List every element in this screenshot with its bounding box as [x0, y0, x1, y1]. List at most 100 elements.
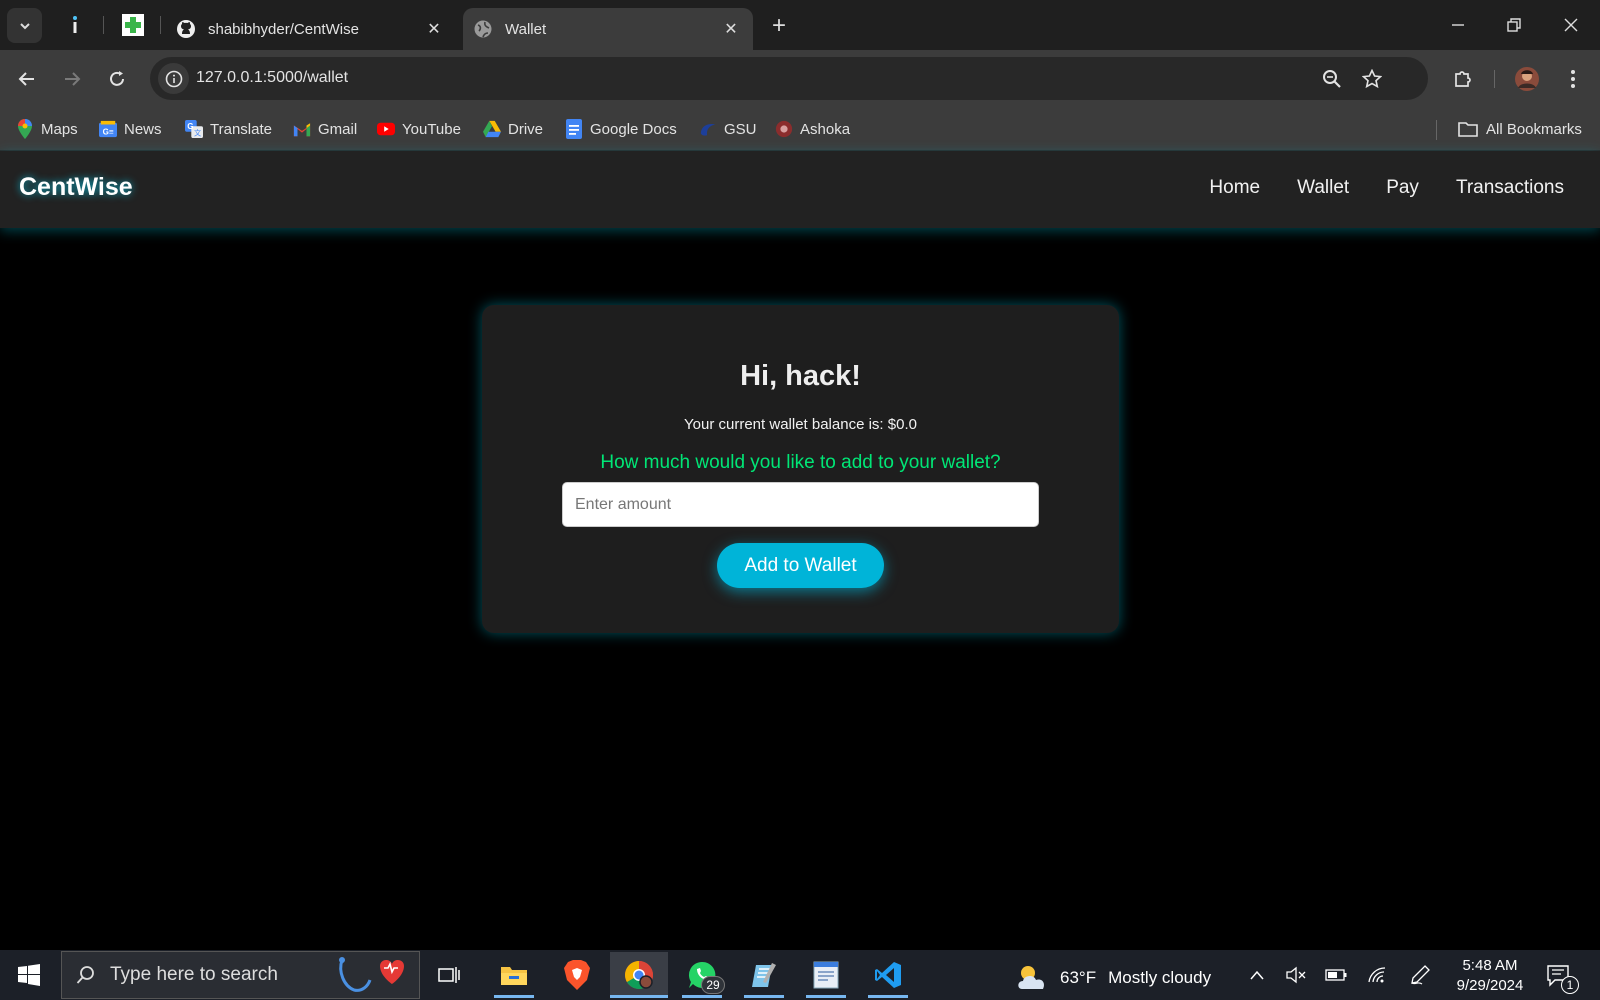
- taskbar-chrome[interactable]: [610, 952, 668, 998]
- close-window-button[interactable]: [1551, 8, 1591, 42]
- extensions-button[interactable]: [1448, 64, 1478, 94]
- bookmark-gmail[interactable]: Gmail: [293, 117, 357, 141]
- bookmark-label: Ashoka: [800, 120, 851, 138]
- running-indicator: [806, 995, 846, 998]
- search-placeholder: Type here to search: [110, 964, 278, 985]
- taskbar-vscode[interactable]: [859, 952, 917, 998]
- profile-button[interactable]: [1512, 64, 1542, 94]
- address-bar[interactable]: 127.0.0.1:5000/wallet: [150, 57, 1428, 100]
- restore-button[interactable]: [1494, 8, 1534, 42]
- nav-transactions[interactable]: Transactions: [1456, 177, 1564, 199]
- taskbar-search[interactable]: Type here to search: [61, 951, 420, 999]
- tab-close-icon[interactable]: ✕: [719, 17, 743, 41]
- new-tab-button[interactable]: +: [765, 12, 793, 40]
- close-icon: [1564, 18, 1578, 32]
- task-view-icon: [438, 967, 460, 983]
- pen-menu-button[interactable]: [1409, 964, 1431, 986]
- pinned-tab-info[interactable]: [60, 10, 90, 40]
- tab-separator: [160, 16, 161, 34]
- nav-pay[interactable]: Pay: [1386, 177, 1419, 199]
- running-indicator: [610, 995, 668, 998]
- start-button[interactable]: [10, 960, 48, 990]
- minimize-icon: [1452, 24, 1464, 26]
- bookmark-youtube[interactable]: YouTube: [377, 117, 461, 141]
- tab-search-button[interactable]: [7, 8, 42, 43]
- docs-icon: [565, 119, 583, 139]
- bookmark-translate[interactable]: G文 Translate: [185, 117, 272, 141]
- reload-button[interactable]: [102, 64, 132, 94]
- folder-icon: [1457, 120, 1479, 138]
- pinned-tab-plus[interactable]: [118, 10, 148, 40]
- arrow-left-icon: [18, 72, 34, 86]
- notification-count-badge: 1: [1561, 976, 1579, 994]
- running-indicator: [682, 995, 722, 998]
- bookmark-maps[interactable]: Maps: [16, 117, 78, 141]
- svg-text:G: G: [187, 122, 193, 131]
- bookmark-label: Gmail: [318, 120, 358, 138]
- ashoka-icon: [775, 120, 793, 138]
- reload-icon: [110, 71, 124, 86]
- bookmark-label: News: [124, 120, 162, 138]
- translate-icon: G文: [185, 120, 203, 138]
- gmail-icon: [293, 120, 311, 138]
- add-to-wallet-button[interactable]: Add to Wallet: [717, 543, 884, 588]
- gsu-icon: [699, 120, 717, 138]
- amount-input[interactable]: [562, 482, 1039, 527]
- taskbar-file-explorer[interactable]: [485, 952, 543, 998]
- zoom-icon: [1323, 70, 1341, 88]
- task-view-button[interactable]: [420, 952, 478, 998]
- nav-home[interactable]: Home: [1209, 177, 1260, 199]
- notification-center-button[interactable]: 1: [1545, 962, 1579, 994]
- site-nav-links: Home Wallet Pay Transactions: [1209, 177, 1564, 199]
- bookmark-ashoka[interactable]: Ashoka: [775, 117, 850, 141]
- bookmark-drive[interactable]: Drive: [483, 117, 543, 141]
- speaker-muted-icon: [1286, 966, 1306, 984]
- taskbar-notes-app[interactable]: [735, 952, 793, 998]
- nav-wallet[interactable]: Wallet: [1297, 177, 1349, 199]
- forward-button[interactable]: [57, 64, 87, 94]
- maps-icon: [16, 119, 34, 139]
- tab-github[interactable]: shabibhyder/CentWise ✕: [166, 8, 456, 50]
- bookmark-google-docs[interactable]: Google Docs: [565, 117, 677, 141]
- bookmark-news[interactable]: G≡ News: [99, 117, 162, 141]
- tab-close-icon[interactable]: ✕: [422, 17, 446, 41]
- site-info-button[interactable]: [158, 63, 189, 94]
- chevron-up-icon: [1250, 970, 1264, 980]
- bookmark-label: Maps: [41, 120, 78, 138]
- minimize-button[interactable]: [1438, 8, 1478, 42]
- tab-wallet[interactable]: Wallet ✕: [463, 8, 753, 50]
- browser-menu-button[interactable]: [1558, 64, 1588, 94]
- zoom-button[interactable]: [1320, 67, 1344, 91]
- chevron-down-icon: [19, 22, 30, 29]
- taskbar-brave[interactable]: [548, 952, 606, 998]
- bookmark-label: Translate: [210, 120, 272, 138]
- brand-logo[interactable]: CentWise: [19, 173, 133, 202]
- weather-widget[interactable]: 63°F Mostly cloudy: [1016, 963, 1211, 993]
- info-icon: [165, 70, 182, 87]
- weather-description: Mostly cloudy: [1108, 968, 1212, 987]
- kebab-menu-icon: [1571, 70, 1575, 88]
- running-indicator: [494, 995, 534, 998]
- running-indicator: [868, 995, 908, 998]
- site-navbar: CentWise Home Wallet Pay Transactions: [0, 151, 1600, 228]
- partly-cloudy-icon: [1018, 966, 1045, 989]
- network-button[interactable]: [1366, 964, 1388, 986]
- taskbar-document-app[interactable]: [797, 952, 855, 998]
- bookmark-label: Drive: [508, 120, 544, 138]
- show-hidden-icons-button[interactable]: [1246, 964, 1268, 986]
- taskbar-whatsapp[interactable]: 29: [673, 952, 731, 998]
- bookmark-gsu[interactable]: GSU: [699, 117, 757, 141]
- back-button[interactable]: [12, 64, 42, 94]
- avatar-icon: [1515, 67, 1539, 91]
- url-text[interactable]: 127.0.0.1:5000/wallet: [196, 69, 348, 87]
- folder-explorer-icon: [501, 967, 527, 985]
- volume-button[interactable]: [1285, 964, 1307, 986]
- all-bookmarks-button[interactable]: All Bookmarks: [1457, 117, 1582, 141]
- taskbar-clock[interactable]: 5:48 AM 9/29/2024: [1440, 956, 1540, 996]
- green-plus-icon: [122, 14, 144, 36]
- wallet-balance-text: Your current wallet balance is: $0.0: [684, 416, 917, 433]
- globe-icon: [474, 20, 492, 38]
- bookmark-star-button[interactable]: [1360, 67, 1384, 91]
- clock-time: 5:48 AM: [1462, 957, 1518, 974]
- battery-button[interactable]: [1325, 964, 1347, 986]
